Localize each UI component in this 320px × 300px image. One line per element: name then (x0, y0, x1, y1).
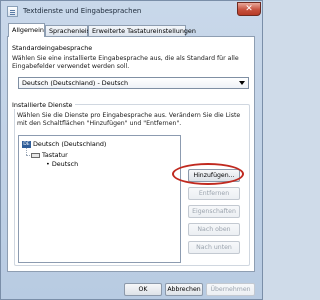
remove-button[interactable]: Entfernen (188, 187, 240, 200)
tree-item-keyboard[interactable]: Tastatur (31, 151, 68, 159)
text-services-icon (7, 6, 18, 17)
tree-layout-label: Deutsch (51, 160, 79, 168)
default-language-selected: Deutsch (Deutschland) - Deutsch (22, 79, 129, 87)
properties-button[interactable]: Eigenschaften (188, 205, 240, 218)
move-down-button[interactable]: Nach unten (188, 241, 240, 254)
tab-erweiterte-tastatureinstellungen[interactable]: Erweiterte Tastatureinstellungen (88, 25, 196, 36)
ok-button[interactable]: OK (124, 283, 162, 296)
tree-connector (26, 155, 30, 156)
bullet-icon: • (46, 160, 50, 168)
dialog-window: Textdienste und Eingabesprachen ✕ Allgem… (0, 0, 263, 300)
title-bar[interactable]: Textdienste und Eingabesprachen ✕ (1, 1, 262, 23)
tree-item-layout[interactable]: • Deutsch (46, 160, 78, 168)
default-language-heading: Standardeingabesprache (12, 44, 93, 52)
keyboard-icon (31, 152, 40, 158)
highlight-annotation (172, 163, 244, 185)
move-up-button[interactable]: Nach oben (188, 223, 240, 236)
window-title: Textdienste und Eingabesprachen (23, 7, 142, 15)
installed-services-description: Wählen Sie die Dienste pro Eingabesprach… (17, 112, 240, 128)
default-language-select[interactable]: Deutsch (Deutschland) - Deutsch (18, 77, 249, 89)
tree-item-language[interactable]: DE Deutsch (Deutschland) (22, 140, 106, 148)
dialog-footer: OK Abbrechen Übernehmen (1, 277, 262, 299)
tree-connector (26, 148, 27, 155)
tree-language-label: Deutsch (Deutschland) (33, 140, 107, 148)
tree-keyboard-label: Tastatur (42, 151, 68, 159)
chevron-down-icon[interactable] (239, 81, 245, 85)
installed-services-heading: Installierte Dienste (12, 101, 75, 109)
apply-button[interactable]: Übernehmen (206, 283, 255, 296)
tab-allgemein[interactable]: Allgemein (8, 23, 45, 37)
installed-services-description-line1: Wählen Sie die Dienste pro Eingabesprach… (17, 112, 241, 119)
installed-services-tree[interactable]: DE Deutsch (Deutschland) Tastatur • Deuts… (18, 135, 181, 263)
language-flag-icon: DE (22, 140, 31, 148)
default-language-description-line2: Eingabefelder verwendet werden soll. (12, 63, 130, 70)
default-language-description: Wählen Sie eine installierte Eingabespra… (12, 55, 239, 71)
close-button[interactable]: ✕ (237, 2, 261, 16)
installed-services-description-line2: mit den Schaltflächen "Hinzufügen" und "… (17, 120, 182, 127)
tab-sprachenleiste[interactable]: Sprachenleiste (45, 25, 96, 36)
cancel-button[interactable]: Abbrechen (165, 283, 203, 296)
default-language-description-line1: Wählen Sie eine installierte Eingabespra… (12, 55, 239, 62)
tab-panel-allgemein: Standardeingabesprache Wählen Sie eine i… (7, 36, 255, 272)
